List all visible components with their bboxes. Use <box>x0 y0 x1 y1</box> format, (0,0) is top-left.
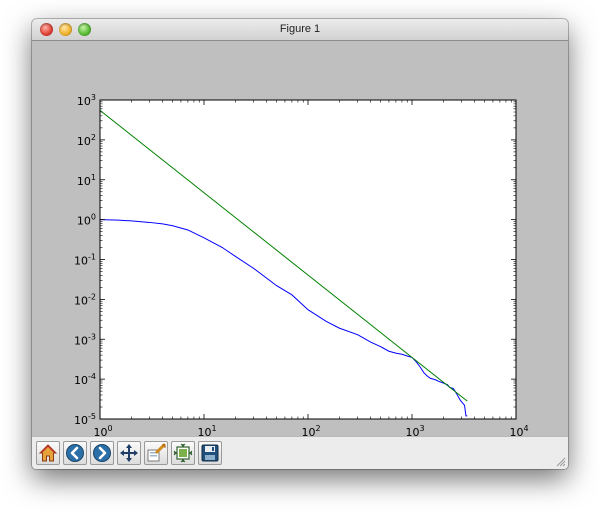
x-tick-label: 101 <box>197 424 216 436</box>
resize-grip-icon[interactable] <box>554 455 566 467</box>
y-tick-label: 10-5 <box>74 412 96 427</box>
y-tick-label: 10-3 <box>74 332 96 347</box>
home-icon <box>38 444 58 462</box>
navigation-toolbar <box>32 436 568 469</box>
plot-area <box>100 100 516 419</box>
home-button[interactable] <box>36 441 60 465</box>
window-title: Figure 1 <box>279 23 321 35</box>
figure-canvas[interactable]: 100 101 102 103 104 103 102 101 100 10-1 10-2 10-3 1… <box>32 41 568 436</box>
save-figure-button[interactable] <box>198 441 222 465</box>
back-icon <box>66 444 84 462</box>
x-tick-label: 100 <box>93 424 112 436</box>
x-tick-label: 104 <box>509 424 528 436</box>
back-button[interactable] <box>63 441 87 465</box>
forward-button[interactable] <box>90 441 114 465</box>
pan-icon <box>120 444 138 462</box>
y-tick-label: 10-1 <box>74 253 96 268</box>
y-tick-label: 103 <box>77 93 96 108</box>
log-log-plot: 100 101 102 103 104 103 102 101 100 10-1 10-2 10-3 1… <box>74 93 529 436</box>
configure-subplots-button[interactable] <box>171 441 195 465</box>
y-tick-label: 10-2 <box>74 292 96 307</box>
forward-icon <box>93 444 111 462</box>
subplots-icon <box>173 443 193 463</box>
x-tick-label: 102 <box>301 424 320 436</box>
pan-button[interactable] <box>117 441 141 465</box>
y-tick-label: 101 <box>77 173 96 188</box>
y-tick-label: 100 <box>77 213 96 228</box>
save-icon <box>201 444 219 462</box>
figure-window: Figure 1 100 101 102 103 104 103 102 101 100 10-1… <box>32 19 568 469</box>
y-tick-label: 102 <box>77 133 96 148</box>
x-tick-label: 103 <box>405 424 424 436</box>
y-tick-label: 10-4 <box>74 372 96 387</box>
zoom-icon <box>147 443 166 462</box>
title-bar: Figure 1 <box>32 19 568 41</box>
zoom-to-rect-button[interactable] <box>144 441 168 465</box>
